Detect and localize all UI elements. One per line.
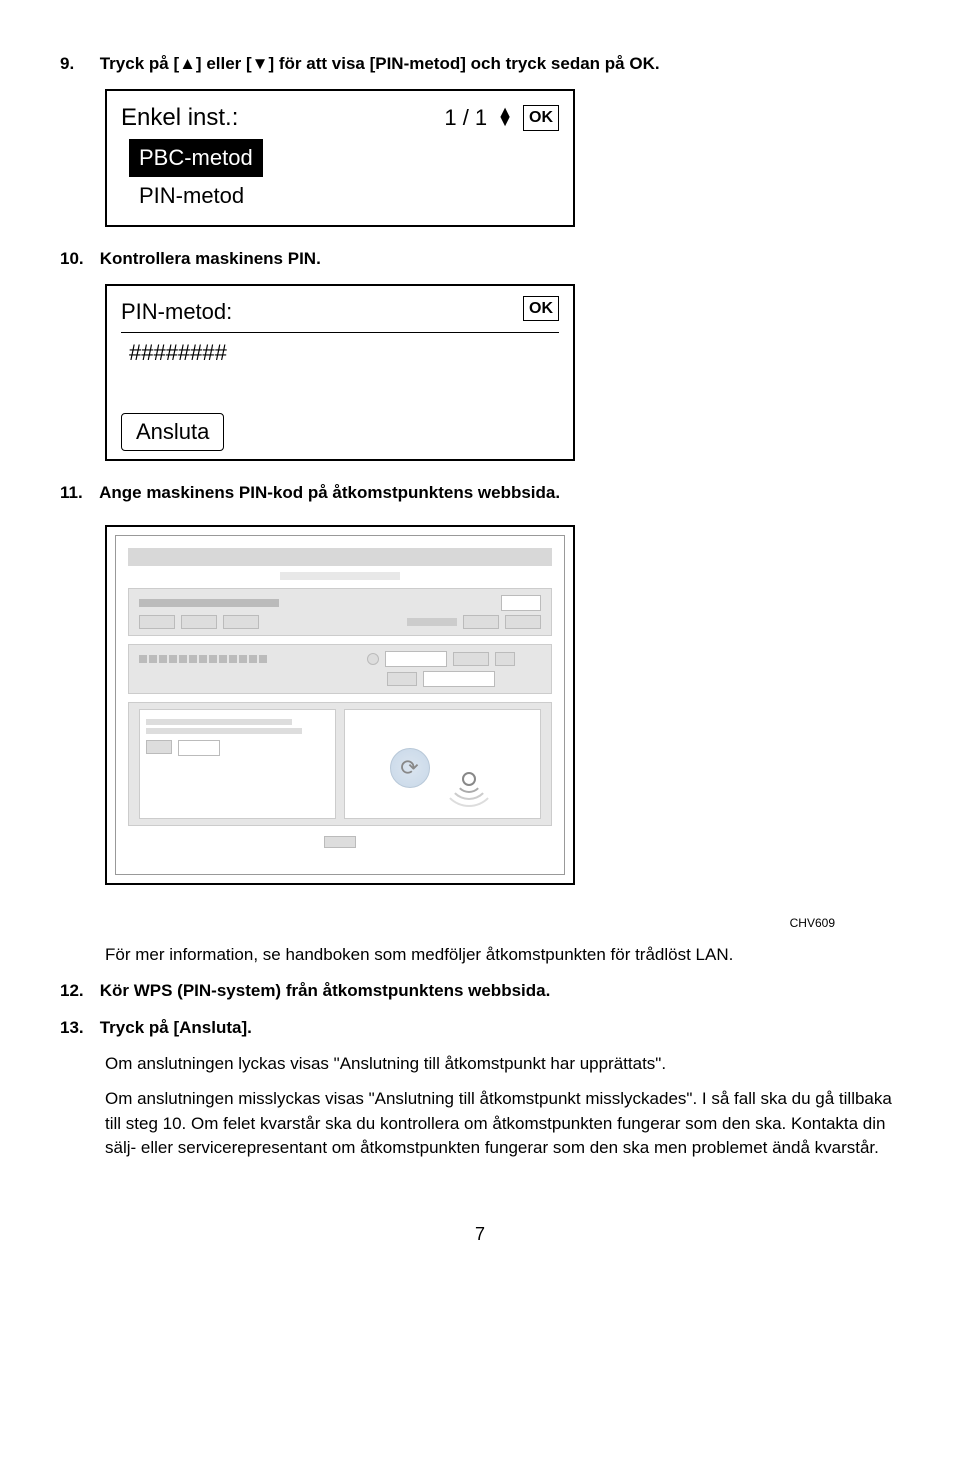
- display2-header: PIN-metod: OK: [121, 296, 559, 333]
- monitor-frame: ⟳: [105, 525, 575, 885]
- tab-btn: [139, 615, 175, 629]
- display1-pager-group: 1 / 1 ▲▼ OK: [444, 102, 559, 134]
- input-box: [178, 740, 220, 756]
- display2-title: PIN-metod:: [121, 296, 232, 328]
- btn: [453, 652, 489, 666]
- step-12-text: Kör WPS (PIN-system) från åtkomstpunkten…: [100, 981, 551, 1000]
- btn: [387, 672, 417, 686]
- step-13-heading: 13. Tryck på [Ansluta].: [60, 1016, 900, 1041]
- info-paragraph-1: För mer information, se handboken som me…: [105, 943, 900, 968]
- tab-btn: [223, 615, 259, 629]
- btn: [495, 652, 515, 666]
- step-9-text: Tryck på [▲] eller [▼] för att visa [PIN…: [100, 54, 660, 73]
- step-10-num: 10.: [60, 247, 95, 272]
- step-10-heading: 10. Kontrollera maskinens PIN.: [60, 247, 900, 272]
- panel-1: [128, 588, 552, 636]
- monitor-illustration: ⟳: [105, 525, 575, 907]
- label: [407, 618, 457, 626]
- figure-ref: CHV609: [60, 915, 835, 932]
- step-9-num: 9.: [60, 52, 95, 77]
- tab-btn: [505, 615, 541, 629]
- panel-label: [139, 599, 279, 607]
- btn: [146, 740, 172, 754]
- display2-pin: ########: [129, 337, 559, 369]
- step-12-heading: 12. Kör WPS (PIN-system) från åtkomstpun…: [60, 979, 900, 1004]
- monitor-stand: [110, 885, 570, 907]
- body-para-3: Om anslutningen misslyckas visas "Anslut…: [105, 1087, 900, 1161]
- panel-3: ⟳: [128, 702, 552, 826]
- lcd-display-1: Enkel inst.: 1 / 1 ▲▼ OK PBC-metod PIN-m…: [105, 89, 575, 228]
- display2-connect-button: Ansluta: [121, 413, 224, 451]
- display1-selected: PBC-metod: [129, 139, 263, 177]
- dropdown-box: [501, 595, 541, 611]
- top-tab: [280, 572, 400, 580]
- monitor-screen: ⟳: [115, 535, 565, 875]
- ok-indicator-2: OK: [523, 296, 559, 321]
- display1-pager: 1 / 1: [444, 102, 487, 134]
- step-11-heading: 11. Ange maskinens PIN-kod på åtkomstpun…: [60, 481, 900, 506]
- panel-2: [128, 644, 552, 694]
- lcd-display-2: PIN-metod: OK ######## Ansluta: [105, 284, 575, 461]
- step-12-num: 12.: [60, 979, 95, 1004]
- body-para-2: Om anslutningen lyckas visas "Anslutning…: [105, 1052, 900, 1077]
- refresh-icon: ⟳: [390, 748, 430, 788]
- bottom-btn: [324, 836, 356, 848]
- step-13-text: Tryck på [Ansluta].: [100, 1018, 252, 1037]
- ok-indicator: OK: [523, 105, 559, 130]
- step-10-text: Kontrollera maskinens PIN.: [100, 249, 321, 268]
- tab-btn: [181, 615, 217, 629]
- step-9-heading: 9. Tryck på [▲] eller [▼] för att visa […: [60, 52, 900, 77]
- tab-btn: [463, 615, 499, 629]
- display1-header: Enkel inst.: 1 / 1 ▲▼ OK: [121, 101, 559, 136]
- step-11-num: 11.: [60, 481, 95, 506]
- window-titlebar: [128, 548, 552, 566]
- radio-icon: [367, 653, 379, 665]
- display1-title: Enkel inst.:: [121, 101, 238, 136]
- input-box: [385, 651, 447, 667]
- step-11-text: Ange maskinens PIN-kod på åtkomstpunkten…: [99, 483, 560, 502]
- step-13-num: 13.: [60, 1016, 95, 1041]
- display1-unselected: PIN-metod: [129, 177, 559, 215]
- up-down-arrows-icon: ▲▼: [497, 109, 513, 127]
- input-box: [423, 671, 495, 687]
- page-number: 7: [60, 1221, 900, 1247]
- wifi-icon: [442, 750, 496, 786]
